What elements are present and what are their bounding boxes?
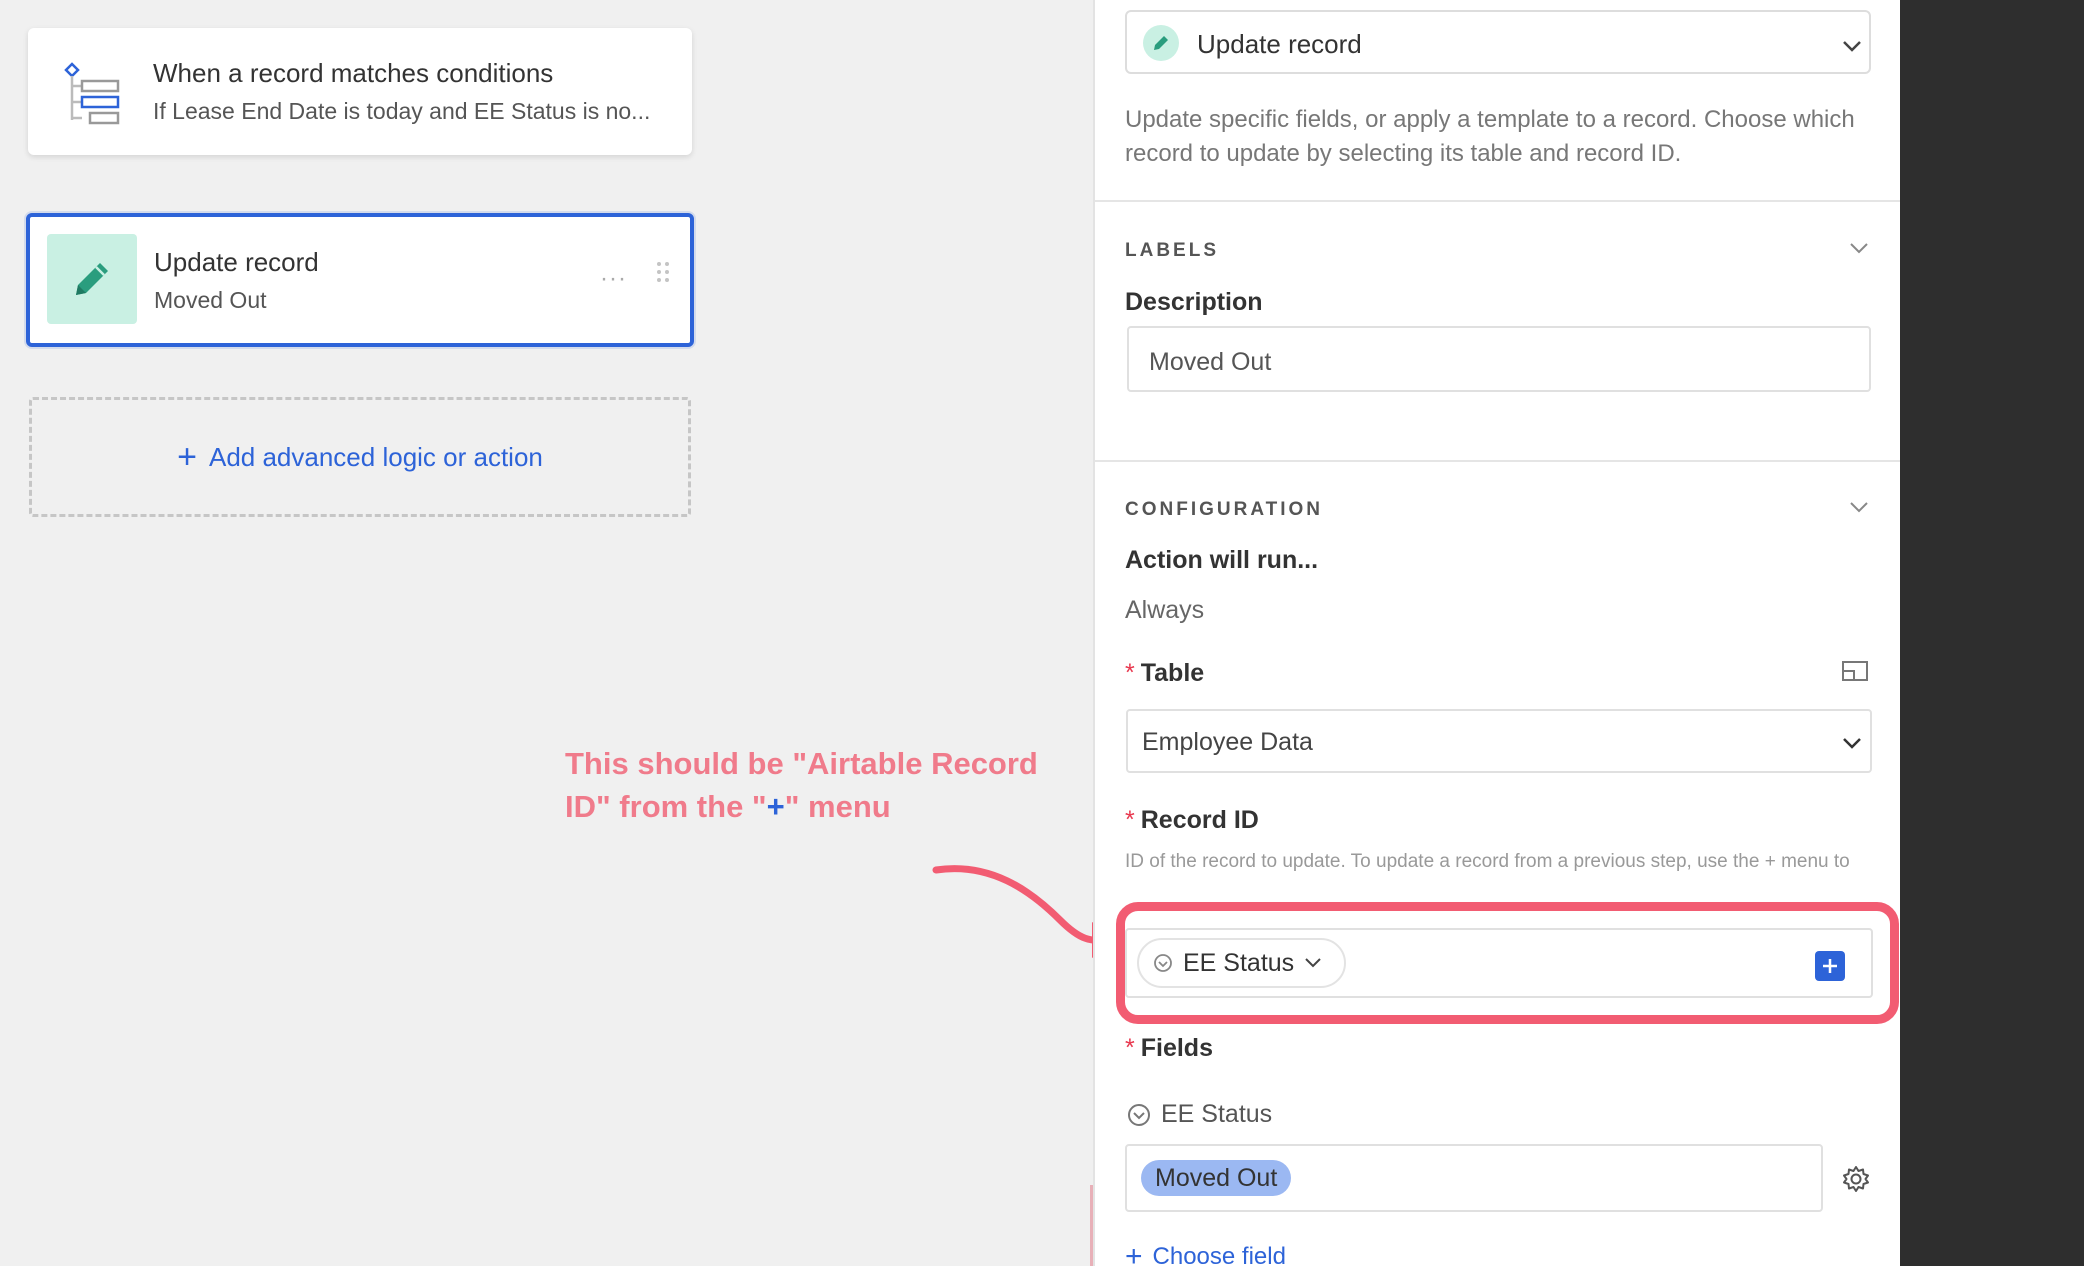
choose-field-button[interactable]: + Choose field: [1125, 1242, 1286, 1266]
single-select-icon: [1128, 1103, 1150, 1126]
action-type-label: Update record: [1197, 29, 1362, 59]
table-select[interactable]: Employee Data: [1126, 709, 1872, 773]
pencil-icon: [47, 234, 137, 324]
divider: [1095, 200, 1902, 202]
field-value-chip[interactable]: Moved Out: [1141, 1160, 1292, 1196]
action-description: Update specific fields, or apply a templ…: [1125, 106, 1855, 167]
conditions-tree-icon: [48, 48, 138, 138]
field-name: EE Status: [1161, 1100, 1273, 1128]
labels-heading: LABELS: [1125, 240, 1219, 261]
annotation-highlight-box: [1116, 902, 1899, 1024]
background-strip: [1900, 0, 2084, 1266]
gear-icon[interactable]: [1841, 1164, 1871, 1194]
divider: [1095, 460, 1902, 462]
field-row-ee-status: EE Status: [1127, 1100, 1272, 1129]
annotation-line-1: This should be "Airtable Record: [565, 746, 1038, 781]
chevron-down-icon: [1843, 738, 1861, 749]
automation-canvas: When a record matches conditions If Leas…: [0, 0, 1120, 1266]
chevron-down-icon[interactable]: [1849, 242, 1869, 254]
fields-label: * Fields: [1125, 1034, 1213, 1062]
trigger-subtitle: If Lease End Date is today and EE Status…: [153, 98, 651, 124]
table-select-value: Employee Data: [1142, 728, 1313, 756]
configuration-heading: CONFIGURATION: [1125, 499, 1324, 520]
drag-handle-icon[interactable]: [656, 261, 670, 283]
pencil-icon: [1143, 25, 1179, 61]
plus-icon: +: [1125, 1240, 1143, 1266]
trigger-title: When a record matches conditions: [153, 58, 554, 88]
annotation-line-2: ID" from the "+" menu: [565, 789, 891, 824]
action-run-value[interactable]: Always: [1125, 596, 1204, 625]
action-type-select[interactable]: Update record: [1125, 10, 1871, 74]
expand-table-icon[interactable]: [1841, 660, 1869, 682]
description-input[interactable]: Moved Out: [1127, 326, 1871, 392]
more-icon[interactable]: ···: [600, 265, 627, 293]
action-subtitle: Moved Out: [154, 287, 267, 313]
record-id-help: ID of the record to update. To update a …: [1125, 851, 1850, 884]
trigger-card[interactable]: When a record matches conditions If Leas…: [28, 28, 692, 155]
record-id-label: * Record ID: [1125, 806, 1259, 834]
add-logic-or-action-button[interactable]: + Add advanced logic or action: [29, 397, 691, 517]
choose-field-label: Choose field: [1152, 1243, 1286, 1266]
table-label: * Table: [1125, 659, 1205, 687]
plus-icon: +: [177, 438, 197, 476]
action-run-label: Action will run...: [1125, 546, 1319, 574]
chevron-down-icon: [1843, 41, 1861, 52]
action-card[interactable]: Update record Moved Out ···: [26, 213, 694, 347]
field-value-input[interactable]: Moved Out: [1125, 1144, 1823, 1212]
add-action-label: Add advanced logic or action: [208, 441, 543, 472]
annotation-note: This should be "Airtable Record ID" from…: [565, 742, 1065, 828]
action-title: Update record: [154, 247, 319, 277]
description-label: Description: [1125, 288, 1263, 316]
annotation-plus: +: [766, 789, 785, 824]
action-config-panel: Update record Update specific fields, or…: [1093, 0, 1902, 1266]
chevron-down-icon[interactable]: [1849, 501, 1869, 513]
